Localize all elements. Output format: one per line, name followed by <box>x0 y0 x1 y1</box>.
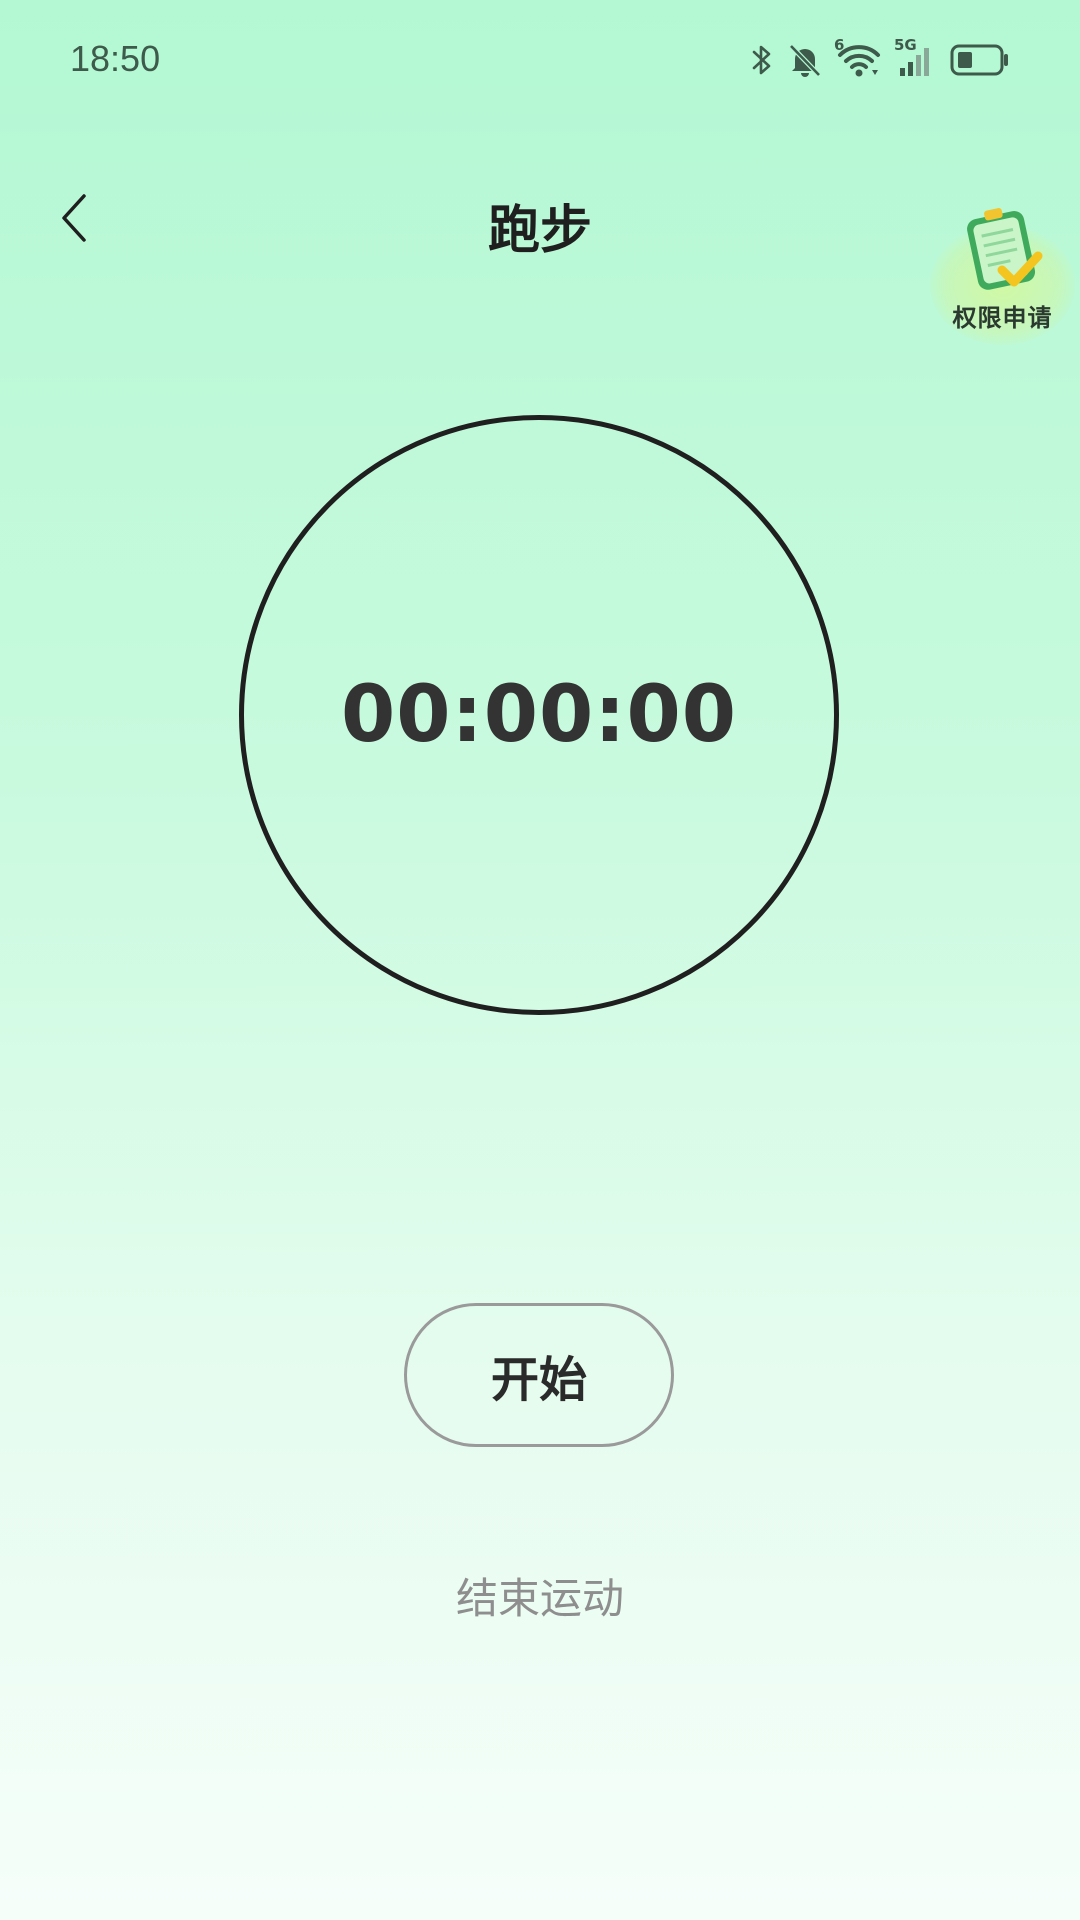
wifi-badge: 6 <box>834 36 845 54</box>
status-icons: 6 5G <box>750 36 1010 82</box>
start-button-label: 开始 <box>490 1352 587 1408</box>
cellular-5g-icon: 5G <box>894 36 936 78</box>
permission-label: 权限申请 <box>952 304 1053 332</box>
wifi-icon: 6 <box>834 36 882 78</box>
battery-icon <box>950 42 1010 78</box>
start-button[interactable]: 开始 <box>404 1303 674 1447</box>
status-bar: 18:50 6 5G <box>0 0 1080 120</box>
timer-ring: 00:00:00 <box>239 415 839 1015</box>
timer-display: 00:00:00 <box>340 670 738 760</box>
page-title: 跑步 <box>487 201 592 261</box>
bell-muted-icon <box>788 42 822 78</box>
bluetooth-icon <box>750 42 774 78</box>
status-time: 18:50 <box>70 38 161 79</box>
end-workout-button[interactable]: 结束运动 <box>0 1565 1080 1626</box>
nav-bar: 跑步 <box>0 170 1080 280</box>
network-badge: 5G <box>894 36 917 54</box>
permission-request-button[interactable]: 权限申请 <box>930 200 1075 345</box>
